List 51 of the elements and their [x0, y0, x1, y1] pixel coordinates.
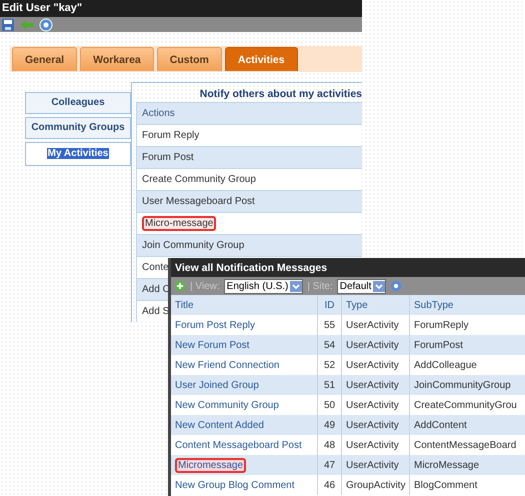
- table-row[interactable]: Forum Reply: [136, 124, 362, 146]
- row-label: Join Community Group: [142, 240, 244, 251]
- table-cell: UserActivity: [341, 455, 409, 475]
- table-cell: UserActivity: [341, 375, 409, 395]
- sidebar-item[interactable]: My Activities: [25, 142, 131, 166]
- column-header[interactable]: SubType: [409, 295, 525, 315]
- dropdown-caret-icon: [373, 280, 386, 292]
- column-header[interactable]: Title: [171, 295, 317, 315]
- title-cell[interactable]: New Content Added: [171, 415, 317, 435]
- table-row[interactable]: Forum Post: [136, 146, 362, 168]
- save-icon[interactable]: [1, 18, 15, 32]
- row-label: Forum Post: [142, 152, 194, 163]
- sidebar-item[interactable]: Colleagues: [25, 92, 131, 114]
- highlighted-label: Micro-message: [142, 216, 216, 231]
- table-cell: 54: [317, 335, 341, 355]
- table-cell: ForumPost: [409, 335, 525, 355]
- view-select[interactable]: English (U.S.): [224, 278, 304, 294]
- row-label: Create Community Group: [142, 174, 256, 185]
- title-cell[interactable]: User Joined Group: [171, 375, 317, 395]
- tab[interactable]: Custom: [156, 47, 222, 72]
- table-row[interactable]: Create Community Group: [136, 168, 362, 190]
- tab[interactable]: General: [12, 47, 78, 72]
- site-select[interactable]: Default: [336, 278, 386, 294]
- table-cell: JoinCommunityGroup: [409, 375, 525, 395]
- table-cell: 47: [317, 455, 341, 475]
- table-row[interactable]: Join Community Group: [136, 234, 362, 256]
- view-label: | View:: [190, 280, 220, 292]
- table-cell: AddContent: [409, 415, 525, 435]
- title-cell[interactable]: New Forum Post: [171, 335, 317, 355]
- column-header[interactable]: ID: [317, 295, 341, 315]
- table-cell: MicroMessage: [409, 455, 525, 475]
- row-label: Conte: [142, 262, 169, 273]
- table-cell: 49: [317, 415, 341, 435]
- panel-heading: Notify others about my activities: [198, 88, 362, 102]
- site-label: | Site:: [307, 280, 333, 292]
- table-cell: UserActivity: [341, 335, 409, 355]
- table-cell: 51: [317, 375, 341, 395]
- table-row[interactable]: Micro-message: [136, 212, 362, 234]
- column-header[interactable]: Type: [341, 295, 409, 315]
- add-icon[interactable]: [174, 280, 186, 292]
- window-title: View all Notification Messages: [175, 262, 328, 274]
- window-title: Edit User "kay": [2, 2, 82, 14]
- row-label: Actions: [142, 108, 175, 119]
- dropdown-caret-icon: [290, 280, 302, 292]
- tab[interactable]: Workarea: [80, 47, 154, 72]
- title-cell[interactable]: Micromessage: [171, 455, 317, 475]
- row-label: Forum Reply: [142, 130, 200, 141]
- sidebar-item[interactable]: Community Groups: [25, 116, 131, 139]
- row-label: User Messageboard Post: [142, 196, 255, 207]
- table-cell: UserActivity: [341, 415, 409, 435]
- table-row[interactable]: User Messageboard Post: [136, 190, 362, 212]
